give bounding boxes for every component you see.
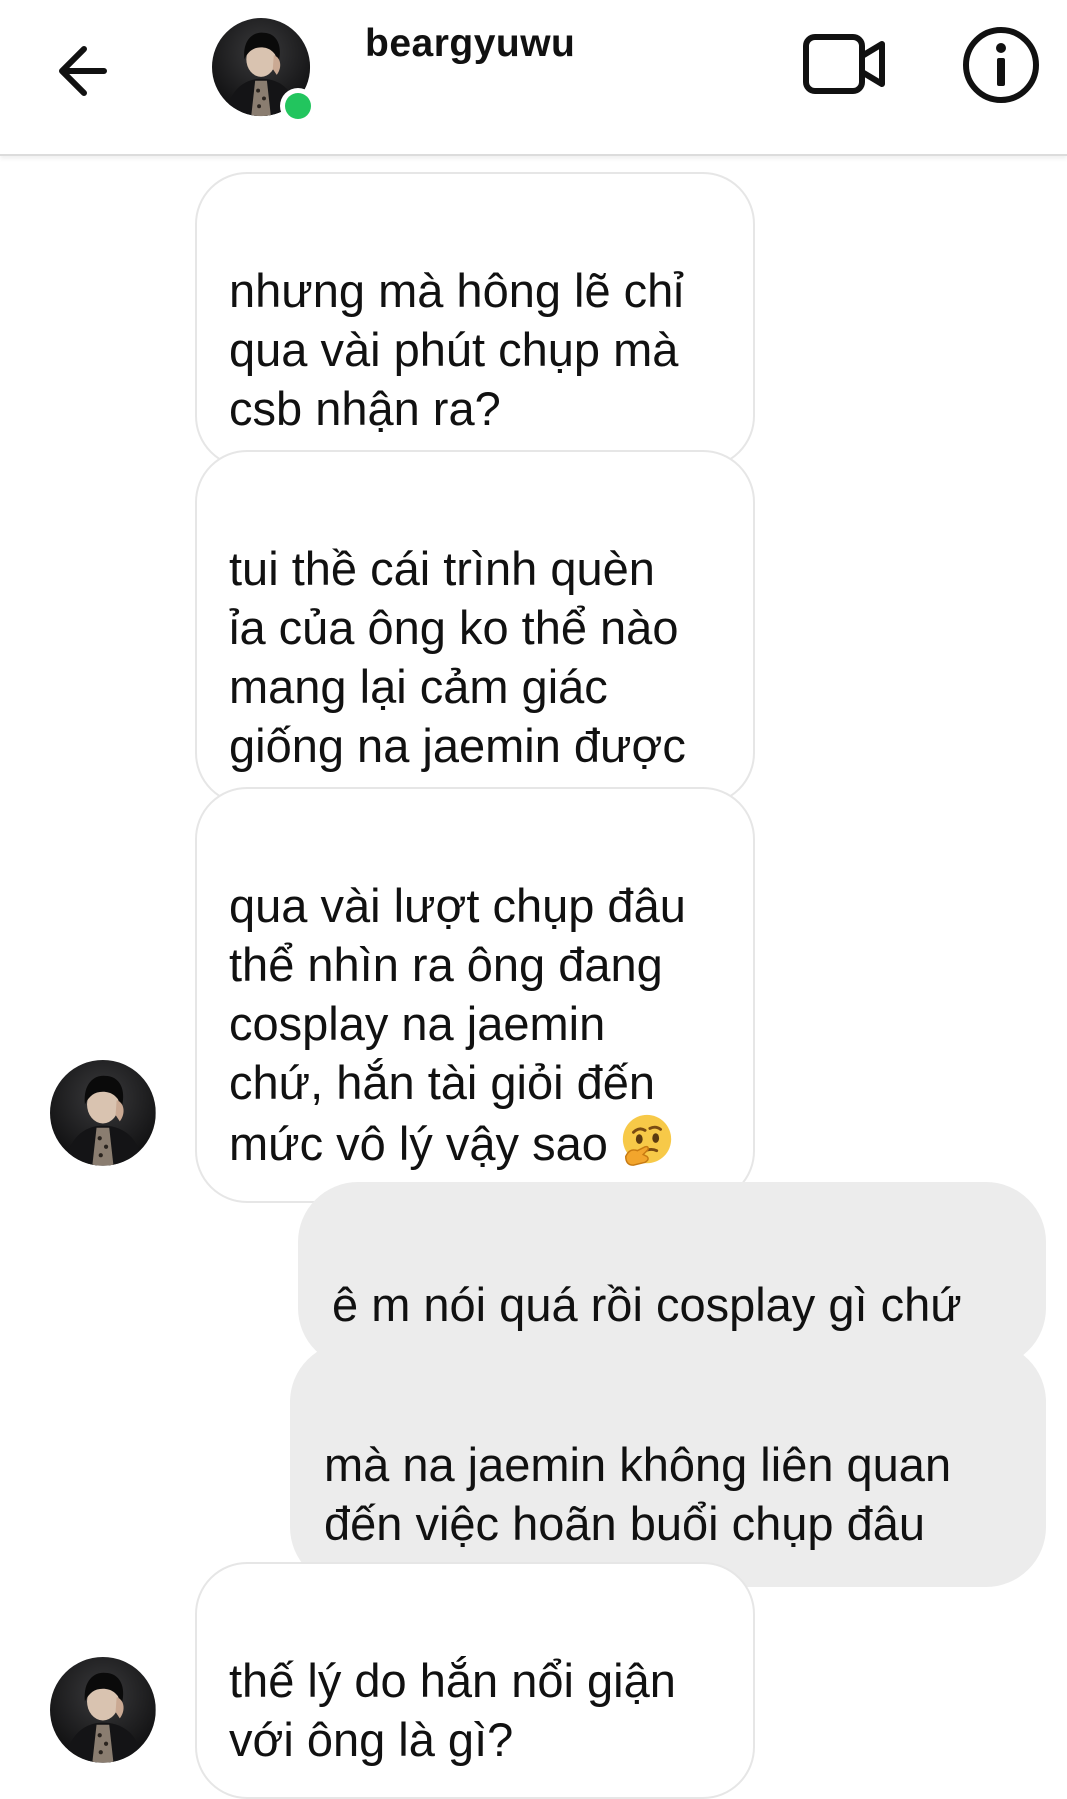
message-bubble-incoming[interactable]: tui thề cái trình quèn ỉa của ông ko thể… <box>195 450 755 805</box>
message-text: ê m nói quá rồi cosplay gì chứ <box>332 1278 962 1331</box>
back-arrow-icon <box>59 46 107 96</box>
message-text: nhưng mà hông lẽ chỉ qua vài phút chụp m… <box>229 264 684 435</box>
info-icon <box>963 27 1039 103</box>
info-button[interactable] <box>960 24 1042 106</box>
message-bubble-incoming[interactable]: qua vài lượt chụp đâu thể nhìn ra ông đa… <box>195 787 755 1203</box>
message-text: tui thề cái trình quèn ỉa của ông ko thể… <box>229 542 686 772</box>
back-button[interactable] <box>48 36 124 106</box>
chat-username[interactable]: beargyuwu <box>365 22 575 66</box>
thinking-face-emoji <box>622 1114 672 1166</box>
message-bubble-incoming[interactable]: thế lý do hắn nổi giận với ông là gì? <box>195 1562 755 1799</box>
header-avatar[interactable] <box>212 18 316 124</box>
message-bubble-outgoing[interactable]: ê m nói quá rồi cosplay gì chứ <box>298 1182 1046 1368</box>
message-text: thế lý do hắn nổi giận với ông là gì? <box>229 1654 676 1766</box>
online-status-dot <box>280 88 316 124</box>
message-text: mà na jaemin không liên quan đến việc ho… <box>324 1438 952 1550</box>
sender-avatar[interactable] <box>50 1060 160 1170</box>
sender-avatar[interactable] <box>50 1657 160 1767</box>
avatar <box>50 1657 156 1763</box>
video-call-button[interactable] <box>800 24 892 104</box>
video-call-icon <box>803 34 885 94</box>
avatar <box>50 1060 156 1166</box>
message-bubble-outgoing[interactable]: mà na jaemin không liên quan đến việc ho… <box>290 1342 1046 1587</box>
chat-header: beargyuwu <box>0 0 1067 156</box>
message-bubble-incoming[interactable]: nhưng mà hông lẽ chỉ qua vài phút chụp m… <box>195 172 755 468</box>
